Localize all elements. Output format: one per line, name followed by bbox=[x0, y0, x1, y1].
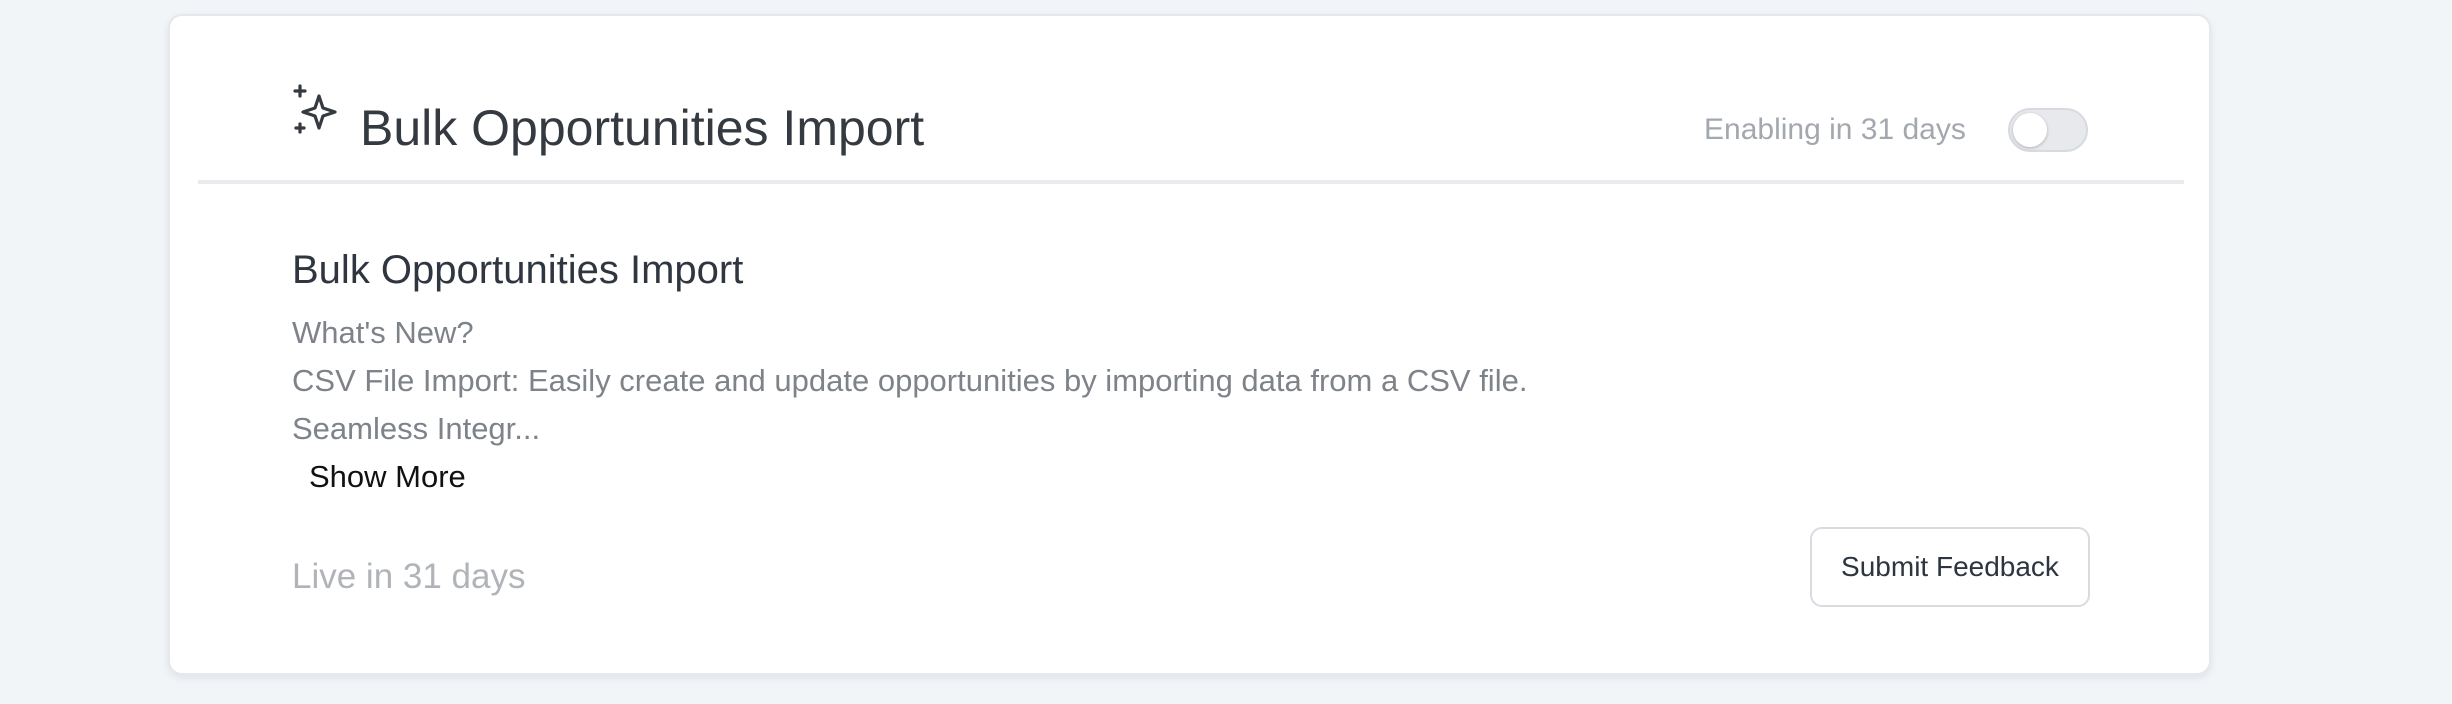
sparkles-icon bbox=[292, 84, 344, 136]
description-line: CSV File Import: Easily create and updat… bbox=[292, 363, 1528, 398]
enable-status-text: Enabling in 31 days bbox=[1704, 113, 1966, 146]
feature-header-title: Bulk Opportunities Import bbox=[360, 100, 925, 156]
feature-card-header: Bulk Opportunities Import Enabling in 31… bbox=[170, 16, 2209, 182]
live-status-text: Live in 31 days bbox=[292, 557, 526, 596]
toggle-knob bbox=[2013, 113, 2047, 147]
show-more-link[interactable]: Show More bbox=[309, 456, 466, 498]
submit-feedback-button[interactable]: Submit Feedback bbox=[1810, 527, 2090, 607]
description-line: What's New? bbox=[292, 315, 474, 350]
feature-card: Bulk Opportunities Import Enabling in 31… bbox=[168, 14, 2211, 675]
header-divider bbox=[198, 180, 2184, 184]
feature-body-title: Bulk Opportunities Import bbox=[292, 248, 744, 292]
feature-enable-toggle[interactable] bbox=[2008, 108, 2088, 152]
description-line: Seamless Integr... bbox=[292, 411, 541, 446]
